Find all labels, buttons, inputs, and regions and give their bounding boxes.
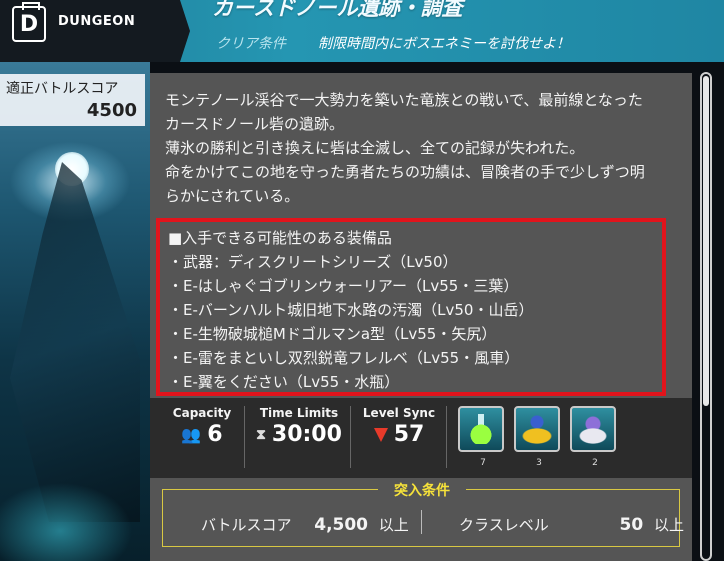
- capacity-stat: Capacity 👥 6: [162, 406, 242, 447]
- description-line: 薄氷の勝利と引き換えに砦は全滅し、全ての記録が失われた。: [165, 139, 585, 157]
- reward-count: 2: [592, 458, 598, 468]
- time-limit-label: Time Limits: [259, 406, 339, 420]
- level-sync-stat: Level Sync 57: [356, 406, 442, 447]
- equipment-item: ・E-はしゃぐゴブリンウォーリアー（Lv55・三葉）: [168, 277, 519, 295]
- scrollbar[interactable]: [700, 72, 712, 561]
- green-flask-icon: [466, 414, 496, 444]
- level-down-arrow-icon: [373, 427, 388, 442]
- entry-conditions-title: 突入条件: [378, 480, 466, 500]
- condition-divider: [421, 510, 422, 534]
- battle-score-suffix: 以上: [378, 516, 409, 534]
- clear-condition-text: 制限時間内にボスエネミーを討伐せよ！: [318, 36, 570, 52]
- description-line: モンテノール渓谷で一大勢力を築いた竜族との戦いで、最前線となった: [165, 91, 643, 109]
- description-line: 命をかけてこの地を守った勇者たちの功績は、冒険者の手で少しずつ明: [165, 163, 645, 181]
- page-title: カースドノール遺跡・調査: [212, 0, 463, 20]
- golden-lamp-icon: [522, 414, 552, 444]
- section-label: DUNGEON: [58, 14, 136, 29]
- class-level-value: 50: [619, 515, 644, 535]
- stat-divider: [244, 406, 245, 468]
- reward-items: 7 3 2: [458, 406, 616, 468]
- recommended-score-label: 適正バトルスコア: [6, 81, 119, 97]
- battle-score-value: 4,500: [314, 515, 369, 535]
- description-line: らかにされている。: [165, 187, 300, 205]
- equipment-item: ・E-生物破城槌Mドゴルマンa型（Lv55・矢尻）: [168, 325, 497, 343]
- entry-conditions: 突入条件 バトルスコア 4,500 以上 クラスレベル 50 以上: [162, 480, 684, 547]
- recommended-score-box: 適正バトルスコア 4500: [0, 74, 145, 126]
- reward-count: 7: [480, 458, 486, 468]
- dungeon-background-art: [0, 62, 150, 561]
- description-line: カースドノール砦の遺跡。: [165, 115, 344, 133]
- party-icon: 👥: [181, 425, 202, 444]
- equipment-heading: ■入手できる可能性のある装備品: [168, 229, 392, 247]
- capacity-label: Capacity: [172, 406, 232, 420]
- equipment-item: ・E-バーンハルト城旧地下水路の汚濁（Lv50・山岳）: [168, 301, 534, 319]
- dungeon-description: モンテノール渓谷で一大勢力を築いた竜族との戦いで、最前線となった カースドノール…: [165, 88, 685, 208]
- reward-item[interactable]: 7: [458, 406, 504, 468]
- reward-count: 3: [536, 458, 542, 468]
- battle-score-label: バトルスコア: [201, 516, 292, 534]
- dungeon-icon: D: [12, 2, 46, 42]
- class-level-requirement: クラスレベル 50 以上: [459, 514, 684, 535]
- clear-condition-label: クリア条件: [216, 36, 286, 52]
- equipment-item: ・武器：ディスクリートシリーズ（Lv50）: [168, 253, 458, 271]
- reward-item[interactable]: 2: [570, 406, 616, 468]
- class-level-suffix: 以上: [653, 516, 684, 534]
- reward-item[interactable]: 3: [514, 406, 560, 468]
- stat-divider: [446, 406, 447, 468]
- class-level-label: クラスレベル: [459, 516, 549, 534]
- pillow-emblem-icon: [578, 414, 608, 444]
- hourglass-icon: ⧗: [256, 426, 266, 443]
- equipment-item: ・E-翼をください（Lv55・水瓶）: [168, 373, 400, 391]
- water-glow: [0, 401, 150, 561]
- level-sync-label: Level Sync: [362, 406, 436, 420]
- recommended-score-value: 4500: [86, 100, 137, 121]
- capacity-value: 6: [207, 422, 223, 447]
- scrollbar-thumb[interactable]: [703, 76, 709, 406]
- stat-divider: [350, 406, 351, 468]
- equipment-item: ・E-雷をまといし双烈鋭竜フレルベ（Lv55・風車）: [168, 349, 520, 367]
- time-limit-stat: Time Limits ⧗ 30:00: [250, 406, 348, 447]
- level-sync-value: 57: [393, 422, 425, 447]
- time-limit-value: 30:00: [271, 422, 342, 447]
- dungeon-tab: D DUNGEON: [0, 0, 190, 62]
- equipment-list-highlight: ■入手できる可能性のある装備品 ・武器：ディスクリートシリーズ（Lv50） ・E…: [156, 218, 666, 396]
- battle-score-requirement: バトルスコア 4,500 以上: [201, 514, 409, 535]
- header-bar: D DUNGEON カースドノール遺跡・調査 クリア条件 制限時間内にボスエネミ…: [0, 0, 724, 62]
